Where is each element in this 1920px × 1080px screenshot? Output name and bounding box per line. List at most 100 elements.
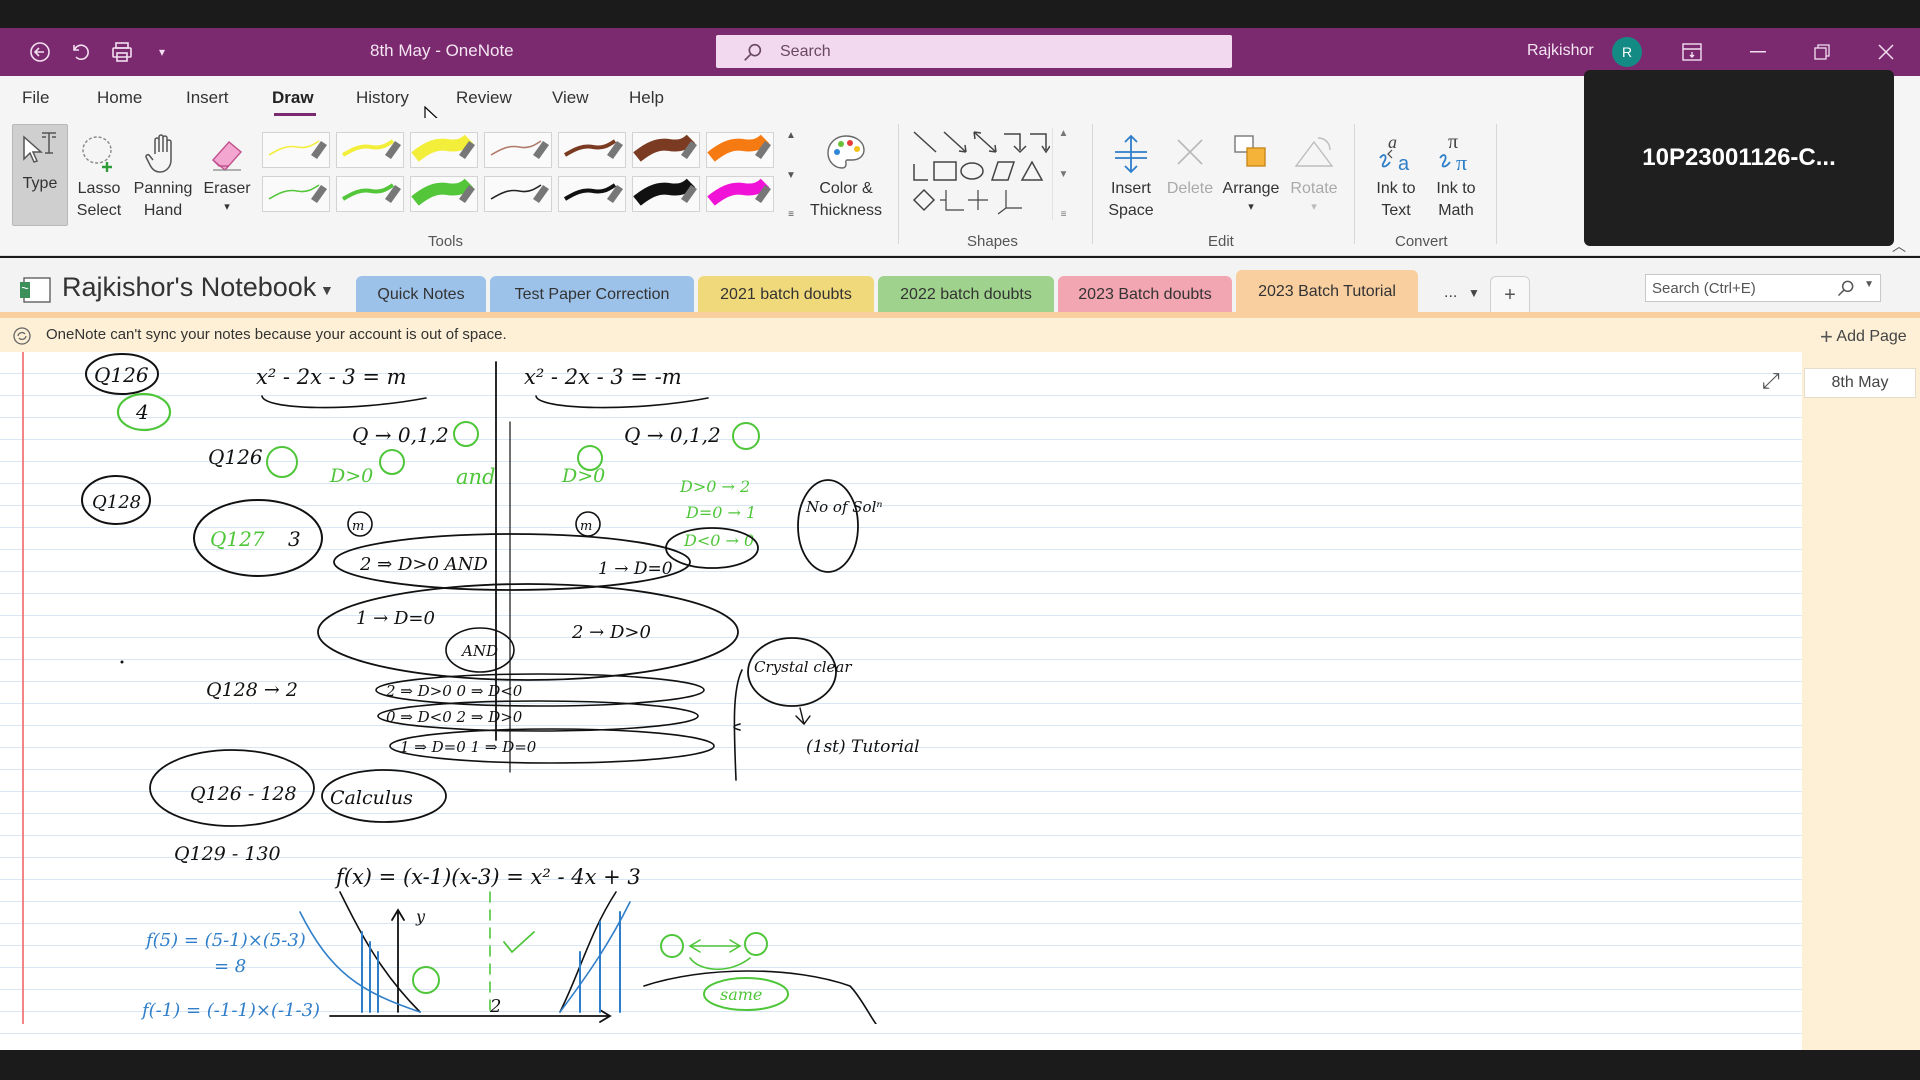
note-page[interactable]: ⤢ Q126 4 x² - 2x - 3 = m x² - 2x - 3 = -… <box>0 352 1802 1050</box>
search-icon[interactable] <box>1836 278 1856 298</box>
pen-swatch-1[interactable] <box>262 132 330 168</box>
gallery-down-icon[interactable]: ▼ <box>786 170 796 181</box>
minimize-icon[interactable] <box>1738 36 1778 68</box>
notebook-search-box[interactable]: Search (Ctrl+E) ▼ <box>1645 274 1881 302</box>
pen-swatch-7[interactable] <box>706 132 774 168</box>
axis-3d-shape-icon[interactable] <box>997 190 1022 215</box>
menu-history[interactable]: History <box>356 88 409 108</box>
section-tab-4[interactable]: 2022 batch doubts <box>878 276 1054 314</box>
menu-review[interactable]: Review <box>456 88 512 108</box>
pen-swatch-4[interactable] <box>484 132 552 168</box>
panning-hand-button[interactable]: Panning Hand <box>130 130 196 222</box>
parallelogram-shape-icon[interactable] <box>990 161 1016 181</box>
pen-swatch-13[interactable] <box>632 176 700 212</box>
section-tab-3[interactable]: 2021 batch doubts <box>698 276 874 314</box>
notebook-icon[interactable] <box>18 276 52 306</box>
shapes-down-icon[interactable]: ▼ <box>1059 169 1069 180</box>
pen-swatch-6[interactable] <box>632 132 700 168</box>
lasso-select-button[interactable]: Lasso Select <box>74 130 124 222</box>
section-tab-1[interactable]: Quick Notes <box>356 276 486 314</box>
ribbon-display-options-icon[interactable] <box>1672 36 1712 68</box>
ink-y-label: y <box>415 907 426 926</box>
arrow-shape-icon[interactable] <box>943 131 967 153</box>
shapes-gallery-scroll[interactable]: ▲ ▼ ≡ <box>1052 128 1074 220</box>
section-tab-2[interactable]: Test Paper Correction <box>490 276 694 314</box>
axis-shape-icon[interactable] <box>940 190 964 211</box>
undo-icon[interactable] <box>67 38 95 66</box>
ink-canvas[interactable]: Q126 4 x² - 2x - 3 = m x² - 2x - 3 = -m … <box>0 352 1760 1024</box>
restore-icon[interactable] <box>1802 36 1842 68</box>
separator <box>1354 124 1355 244</box>
close-icon[interactable] <box>1866 36 1906 68</box>
section-tab-6[interactable]: 2023 Batch Tutorial <box>1236 270 1418 314</box>
pen-swatch-2[interactable] <box>336 132 404 168</box>
menu-draw[interactable]: Draw <box>272 88 314 108</box>
color-thickness-button[interactable]: Color & Thickness <box>808 130 884 222</box>
menu-view[interactable]: View <box>552 88 589 108</box>
more-sections-button[interactable]: ... <box>1444 284 1457 302</box>
document-title: 8th May - OneNote <box>370 41 514 60</box>
notebook-dropdown-icon[interactable]: ▼ <box>320 282 334 298</box>
user-name[interactable]: Rajkishor <box>1527 42 1594 60</box>
shapes-more-icon[interactable]: ≡ <box>1061 209 1067 220</box>
active-tab-indicator <box>274 113 316 116</box>
menu-insert[interactable]: Insert <box>186 88 229 108</box>
search-scope-dropdown-icon[interactable]: ▼ <box>1864 279 1874 290</box>
axis-xy-shape-icon[interactable] <box>968 190 988 210</box>
rotate-button[interactable]: Rotate ▾ <box>1286 130 1342 214</box>
print-icon[interactable] <box>108 38 136 66</box>
insert-space-label: Insert Space <box>1108 180 1154 219</box>
title-search-box[interactable]: Search <box>716 35 1232 68</box>
section-tab-label: Quick Notes <box>377 286 465 303</box>
pen-swatch-11[interactable] <box>484 176 552 212</box>
pen-swatch-14[interactable] <box>706 176 774 212</box>
rotate-dropdown-icon[interactable]: ▾ <box>1311 200 1317 214</box>
pen-swatch-10[interactable] <box>410 176 478 212</box>
pen-swatch-12[interactable] <box>558 176 626 212</box>
diamond-shape-icon[interactable] <box>912 188 936 212</box>
tools-group-label: Tools <box>428 233 464 250</box>
shapes-up-icon[interactable]: ▲ <box>1059 128 1069 139</box>
ink-to-math-button[interactable]: ππ Ink to Math <box>1426 130 1486 222</box>
sections-dropdown-icon[interactable]: ▼ <box>1468 286 1480 300</box>
separator <box>1092 124 1093 244</box>
back-icon[interactable] <box>26 38 54 66</box>
pen-swatch-9[interactable] <box>336 176 404 212</box>
gallery-more-icon[interactable]: ≡ <box>788 209 794 220</box>
notebook-title[interactable]: Rajkishor's Notebook <box>62 272 316 303</box>
rectangle-shape-icon[interactable] <box>933 161 957 181</box>
customize-toolbar-icon[interactable]: ▾ <box>148 38 176 66</box>
corner-shape-icon[interactable] <box>913 164 928 181</box>
eraser-button[interactable]: Eraser ▾ <box>202 130 252 214</box>
arrange-button[interactable]: Arrange ▾ <box>1218 130 1284 214</box>
line-shape-icon[interactable] <box>913 131 937 153</box>
pen-gallery-scroll[interactable]: ▲ ▼ ≡ <box>780 130 802 220</box>
ink-tutorial: (1st) Tutorial <box>806 737 920 757</box>
menu-home[interactable]: Home <box>97 88 142 108</box>
expand-page-icon[interactable]: ⤢ <box>1762 368 1780 394</box>
shapes-gallery[interactable] <box>910 128 1074 220</box>
type-tool-button[interactable]: Type <box>12 124 68 226</box>
pen-swatch-8[interactable] <box>262 176 330 212</box>
double-arrow-shape-icon[interactable] <box>973 131 997 153</box>
delete-button[interactable]: Delete <box>1164 130 1216 200</box>
ellipse-shape-icon[interactable] <box>960 162 984 180</box>
pen-swatch-3[interactable] <box>410 132 478 168</box>
collapse-ribbon-icon[interactable]: ︿ <box>1892 236 1906 256</box>
elbow-arrow-shape-icon[interactable] <box>1030 133 1051 154</box>
add-section-button[interactable]: + <box>1490 276 1530 314</box>
triangle-shape-icon[interactable] <box>1020 160 1044 181</box>
arrange-dropdown-icon[interactable]: ▾ <box>1248 200 1254 214</box>
elbow-shape-icon[interactable] <box>1004 133 1027 154</box>
eraser-dropdown-icon[interactable]: ▾ <box>224 200 230 214</box>
page-list-item[interactable]: 8th May <box>1804 368 1916 398</box>
menu-help[interactable]: Help <box>629 88 664 108</box>
insert-space-button[interactable]: Insert Space <box>1100 130 1162 222</box>
gallery-up-icon[interactable]: ▲ <box>786 130 796 141</box>
menu-file[interactable]: File <box>22 88 49 108</box>
add-page-button[interactable]: + Add Page <box>1820 324 1907 350</box>
pen-swatch-5[interactable] <box>558 132 626 168</box>
section-tab-5[interactable]: 2023 Batch doubts <box>1058 276 1232 314</box>
ink-to-text-button[interactable]: aa Ink to Text <box>1366 130 1426 222</box>
avatar[interactable]: R <box>1612 37 1642 67</box>
